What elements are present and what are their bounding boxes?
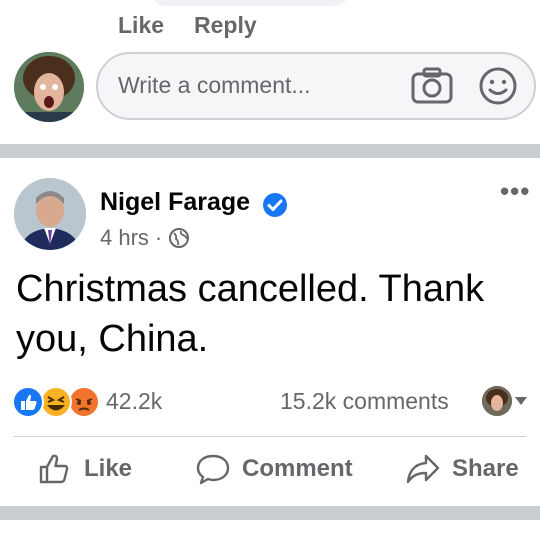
previous-comment-bubble	[150, 0, 350, 6]
post-options-button[interactable]: •••	[500, 176, 530, 207]
viewer-avatar[interactable]	[482, 386, 512, 416]
comment-reply-link[interactable]: Reply	[194, 12, 257, 39]
comment-composer[interactable]	[96, 52, 536, 120]
actions-divider	[14, 436, 526, 437]
caret-down-icon[interactable]	[514, 396, 528, 406]
share-button[interactable]: Share	[406, 452, 519, 486]
post-meta: 4 hrs ·	[100, 225, 190, 251]
smiley-icon[interactable]	[478, 66, 518, 106]
meta-separator: ·	[154, 225, 163, 250]
post-body-text: Christmas cancelled. Thank you, China.	[16, 268, 485, 360]
angry-reaction-icon	[68, 386, 100, 418]
reaction-count[interactable]: 42.2k	[106, 388, 162, 415]
like-reaction-icon	[12, 386, 44, 418]
post-timestamp[interactable]: 4 hrs	[100, 225, 149, 251]
comment-like-link[interactable]: Like	[118, 12, 164, 39]
share-button-label: Share	[452, 455, 519, 482]
comment-button-label: Comment	[242, 455, 353, 482]
previous-comment-actions: Like Reply	[118, 12, 257, 39]
post-author-name[interactable]: Nigel Farage	[100, 188, 250, 217]
comment-input[interactable]	[118, 72, 388, 99]
haha-reaction-icon	[40, 386, 72, 418]
like-button[interactable]: Like	[38, 452, 132, 486]
comment-icon	[196, 454, 230, 485]
comment-button[interactable]: Comment	[196, 452, 353, 486]
comment-count[interactable]: 15.2k comments	[280, 388, 449, 415]
globe-icon	[169, 228, 190, 248]
share-icon	[406, 454, 440, 484]
like-button-label: Like	[84, 455, 133, 482]
section-divider	[0, 144, 540, 158]
camera-icon[interactable]	[410, 66, 454, 106]
reaction-icons[interactable]	[12, 386, 104, 418]
thumbs-up-icon	[39, 454, 69, 484]
author-avatar[interactable]	[14, 178, 86, 250]
verified-badge-icon	[263, 193, 287, 217]
section-divider-bottom	[0, 506, 540, 520]
current-user-avatar[interactable]	[14, 52, 84, 122]
